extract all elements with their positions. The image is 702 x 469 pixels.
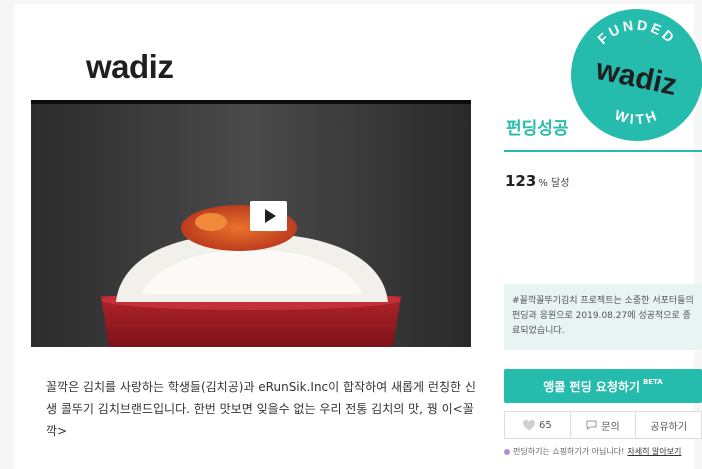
beta-badge: BETA	[642, 378, 663, 386]
footer-note-text: 펀딩하기는 쇼핑하기가 아닙니다!	[513, 447, 625, 456]
funding-rate-unit: % 달성	[538, 178, 570, 189]
play-icon	[264, 209, 276, 223]
project-page: wadiz 꼴깍은 김치를 사랑하는 학생들(김치공)과 eRunSik.Inc…	[14, 4, 702, 469]
heart-icon	[522, 419, 535, 430]
play-button[interactable]	[250, 201, 287, 231]
like-count: 65	[538, 419, 552, 431]
wadiz-logo[interactable]: wadiz	[86, 48, 174, 86]
footer-note: 펀딩하기는 쇼핑하기가 아닙니다! 자세히 알아보기	[504, 446, 702, 457]
encore-button-label: 앵콜 펀딩 요청하기	[543, 379, 640, 394]
funded-with-wadiz-badge: FUNDED wadiz WITH	[571, 9, 702, 141]
inquiry-label: 문의	[601, 421, 620, 433]
funding-complete-notice: #꼴깍꼴뚜기김치 프로젝트는 소중한 서포터들의 펀딩과 응원으로 2019.0…	[504, 284, 702, 350]
funding-rate: 123% 달성	[505, 172, 569, 190]
chat-icon	[586, 420, 597, 430]
status-divider	[504, 150, 702, 152]
project-description: 꼴깍은 김치를 사랑하는 학생들(김치공)과 eRunSik.Inc이 합작하여…	[46, 380, 476, 438]
funding-status: 펀딩성공	[506, 119, 569, 139]
encore-funding-button[interactable]: 앵콜 펀딩 요청하기 BETA	[504, 369, 702, 403]
inquiry-button[interactable]: 문의	[570, 411, 637, 439]
like-button[interactable]: 65	[504, 411, 571, 439]
video-player[interactable]	[31, 100, 471, 347]
action-buttons: 65 문의 공유하기	[504, 411, 702, 439]
info-dot-icon	[504, 448, 510, 455]
funding-rate-value: 123	[505, 172, 537, 190]
share-button[interactable]: 공유하기	[636, 411, 702, 439]
share-label: 공유하기	[650, 421, 688, 433]
learn-more-link[interactable]: 자세히 알아보기	[627, 446, 681, 457]
